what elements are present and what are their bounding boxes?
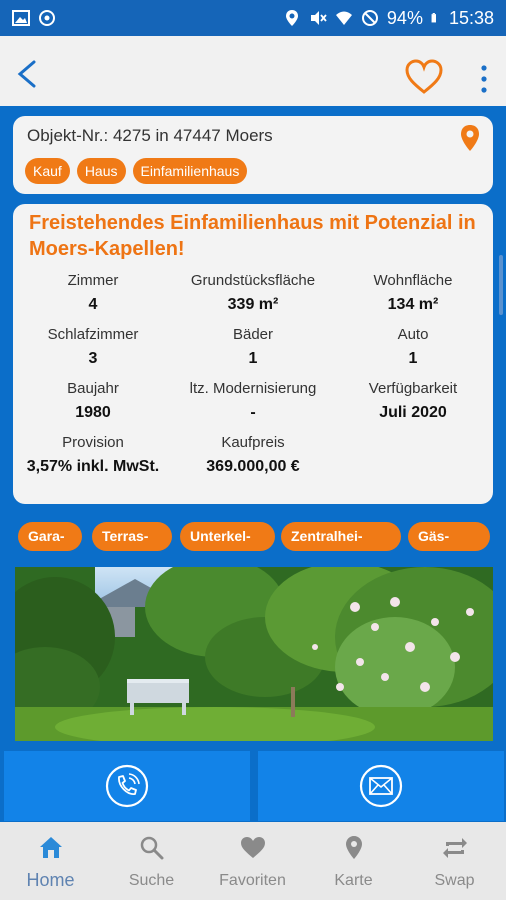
app-bar bbox=[0, 36, 506, 106]
fact-value: 4 bbox=[88, 296, 98, 313]
feature-chips[interactable]: Gara- Terras- Unterkel- Zentralhei- Gäs- bbox=[18, 522, 498, 552]
fact-label: ltz. Modernisierung bbox=[189, 380, 317, 397]
sync-icon bbox=[39, 10, 55, 26]
chevron-left-icon[interactable] bbox=[10, 56, 46, 92]
object-card: Objekt-Nr.: 4275 in 47447 Moers Kauf Hau… bbox=[13, 116, 493, 194]
fact-label: Grundstücksfläche bbox=[190, 272, 316, 289]
fact-schlafzimmer: Schlafzimmer 3 bbox=[13, 326, 173, 370]
fact-label: Bäder bbox=[232, 326, 274, 343]
mail-icon bbox=[359, 764, 403, 808]
swap-icon bbox=[442, 838, 467, 858]
object-tags: Kauf Haus Einfamilienhaus bbox=[25, 158, 248, 184]
fact-value: - bbox=[250, 404, 256, 421]
fact-label: Zimmer bbox=[67, 272, 119, 289]
feature-chip[interactable]: Gäs- bbox=[408, 522, 490, 551]
battery-icon bbox=[431, 13, 436, 23]
home-icon bbox=[39, 837, 62, 858]
nav-favorites[interactable]: Favoriten bbox=[202, 822, 303, 900]
fact-grundstuecksflaeche: Grundstücksfläche 339 m² bbox=[173, 272, 333, 316]
fact-label: Schlafzimmer bbox=[47, 326, 139, 343]
location-icon bbox=[285, 10, 298, 26]
scrollbar[interactable] bbox=[499, 255, 503, 315]
feature-chip[interactable]: Gara- bbox=[18, 522, 82, 551]
feature-chip[interactable]: Terras- bbox=[92, 522, 172, 551]
fact-value: 3,57% inkl. MwSt. bbox=[26, 458, 160, 475]
fact-modernisierung: ltz. Modernisierung - bbox=[173, 380, 333, 424]
fact-label: Auto bbox=[397, 326, 429, 343]
status-time: 15:38 bbox=[448, 7, 494, 28]
listing-headline: Freistehendes Einfamilienhaus mit Potenz… bbox=[29, 212, 476, 260]
nav-label: Favoriten bbox=[219, 872, 286, 889]
bottom-navigation: Home Suche Favoriten Karte Swap bbox=[0, 822, 506, 900]
battery-percent: 94% bbox=[386, 7, 423, 28]
nav-search[interactable]: Suche bbox=[101, 822, 202, 900]
fact-auto: Auto 1 bbox=[333, 326, 493, 370]
fact-label: Kaufpreis bbox=[221, 434, 285, 451]
nav-map[interactable]: Karte bbox=[303, 822, 404, 900]
email-button[interactable] bbox=[258, 751, 504, 821]
dnd-icon bbox=[361, 10, 378, 26]
fact-label: Verfügbarkeit bbox=[368, 380, 458, 397]
fact-kaufpreis: Kaufpreis 369.000,00 € bbox=[173, 434, 333, 478]
fact-value: 3 bbox=[88, 350, 98, 367]
tag-einfamilienhaus: Einfamilienhaus bbox=[132, 158, 248, 184]
heart-icon bbox=[240, 837, 265, 858]
fact-label: Provision bbox=[62, 434, 124, 451]
property-photo[interactable] bbox=[15, 567, 493, 741]
tag-haus: Haus bbox=[76, 158, 126, 184]
fact-baeder: Bäder 1 bbox=[173, 326, 333, 370]
fact-label: Wohnfläche bbox=[373, 272, 453, 289]
call-button[interactable] bbox=[4, 751, 250, 821]
fact-value: 1 bbox=[248, 350, 258, 367]
nav-swap[interactable]: Swap bbox=[404, 822, 505, 900]
feature-chip[interactable]: Unterkel- bbox=[180, 522, 275, 551]
heart-outline-icon[interactable] bbox=[404, 58, 444, 96]
wifi-icon bbox=[335, 11, 352, 25]
nav-label: Karte bbox=[334, 872, 373, 889]
object-title: Objekt-Nr.: 4275 in 47447 Moers bbox=[27, 126, 273, 145]
nav-label: Suche bbox=[128, 872, 175, 889]
image-icon bbox=[12, 10, 30, 26]
fact-verfuegbarkeit: Verfügbarkeit Juli 2020 bbox=[333, 380, 493, 424]
fact-label: Baujahr bbox=[67, 380, 119, 397]
fact-value: Juli 2020 bbox=[379, 404, 447, 421]
more-vert-icon[interactable] bbox=[474, 64, 494, 94]
fact-wohnflaeche: Wohnfläche 134 m² bbox=[333, 272, 493, 316]
fact-value: 369.000,00 € bbox=[206, 458, 300, 475]
fact-provision: Provision 3,57% inkl. MwSt. bbox=[13, 434, 173, 478]
nav-label: Home bbox=[26, 870, 75, 890]
feature-chip[interactable]: Zentralhei- bbox=[281, 522, 401, 551]
search-icon bbox=[140, 836, 163, 860]
fact-value: 339 m² bbox=[227, 296, 279, 313]
map-pin-icon[interactable] bbox=[459, 124, 481, 152]
mute-icon bbox=[310, 11, 327, 25]
details-card: Freistehendes Einfamilienhaus mit Potenz… bbox=[13, 204, 493, 504]
fact-baujahr: Baujahr 1980 bbox=[13, 380, 173, 424]
garden-image bbox=[15, 567, 493, 741]
fact-value: 134 m² bbox=[387, 296, 439, 313]
status-bar: 94% 15:38 bbox=[0, 0, 506, 36]
fact-zimmer: Zimmer 4 bbox=[13, 272, 173, 316]
map-pin-icon bbox=[345, 836, 362, 859]
fact-value: 1980 bbox=[75, 404, 111, 421]
tag-kauf: Kauf bbox=[25, 158, 70, 184]
nav-label: Swap bbox=[434, 872, 475, 889]
phone-icon bbox=[105, 764, 149, 808]
nav-home[interactable]: Home bbox=[0, 822, 101, 900]
fact-value: 1 bbox=[408, 350, 418, 367]
